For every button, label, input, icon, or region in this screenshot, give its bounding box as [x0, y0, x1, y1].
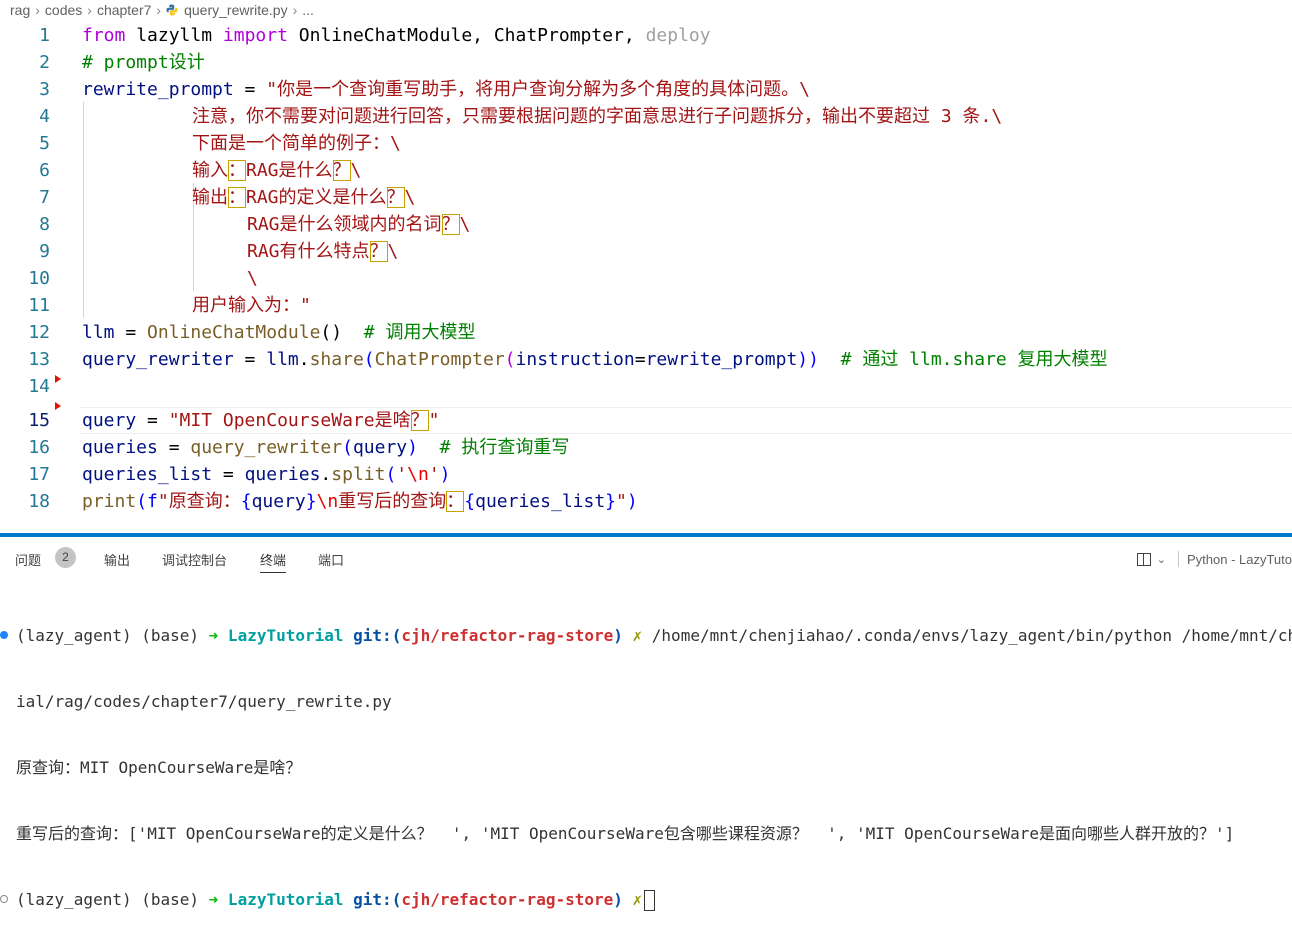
- problems-count-badge: 2: [55, 547, 76, 568]
- line-number: 17: [28, 464, 50, 485]
- line-number: 4: [39, 106, 50, 127]
- terminal-line: ial/rag/codes/chapter7/query_rewrite.py: [16, 692, 392, 711]
- code-string: 用户输入为：": [192, 295, 311, 316]
- panel-sash[interactable]: [0, 533, 1292, 537]
- line-number: 13: [28, 349, 50, 370]
- terminal-output[interactable]: (lazy_agent) (base) ➜ LazyTutorial git:(…: [0, 581, 1292, 933]
- code-line-16[interactable]: 16 queries = query_rewriter(query) # 执行查…: [0, 434, 1292, 461]
- split-terminal-icon[interactable]: [1136, 552, 1151, 566]
- line-number: 6: [39, 160, 50, 181]
- code-line-4[interactable]: 4 注意，你不需要对问题进行回答，只需要根据问题的字面意思进行子问题拆分，输出不…: [0, 103, 1292, 130]
- line-number: 2: [39, 52, 50, 73]
- breadcrumb: rag › codes › chapter7 › query_rewrite.p…: [0, 0, 1292, 20]
- breadcrumb-item-chapter7[interactable]: chapter7: [97, 2, 151, 18]
- terminal-icon: [1177, 551, 1179, 567]
- code-line-12[interactable]: 12 llm = OnlineChatModule() # 调用大模型: [0, 319, 1292, 346]
- terminal-cursor: [644, 890, 656, 911]
- command-status-icon[interactable]: [0, 631, 8, 639]
- python-file-icon: [166, 4, 178, 16]
- code-string: RAG是什么领域内的名词？\: [247, 214, 471, 235]
- code-string: \: [247, 268, 258, 289]
- code-line-5[interactable]: 5 下面是一个简单的例子：\: [0, 130, 1292, 157]
- code-string: RAG有什么特点？\: [247, 241, 399, 262]
- line-number: 5: [39, 133, 50, 154]
- line-number: 16: [28, 437, 50, 458]
- code-line-17[interactable]: 17 queries_list = queries.split('\n'): [0, 461, 1292, 488]
- code-text: queries = query_rewriter(query) # 执行查询重写: [82, 437, 570, 458]
- code-line-13[interactable]: 13 query_rewriter = llm.share(ChatPrompt…: [0, 346, 1292, 373]
- code-line-10[interactable]: 10 \: [0, 265, 1292, 292]
- code-line-14[interactable]: 14: [0, 373, 1292, 400]
- line-number: 7: [39, 187, 50, 208]
- breadcrumb-item-file[interactable]: query_rewrite.py: [184, 2, 288, 18]
- terminal-line: 重写后的查询：['MIT OpenCourseWare的定义是什么？ ', 'M…: [16, 824, 1235, 843]
- code-line-6[interactable]: 6 输入：RAG是什么？\: [0, 157, 1292, 184]
- code-editor[interactable]: 1 from lazyllm import OnlineChatModule, …: [0, 21, 1292, 533]
- line-number: 8: [39, 214, 50, 235]
- code-string: 下面是一个简单的例子：\: [192, 133, 401, 154]
- terminal-line: (lazy_agent) (base) ➜ LazyTutorial git:(…: [0, 889, 1292, 911]
- line-number: 9: [39, 241, 50, 262]
- chevron-right-icon: ›: [87, 2, 92, 18]
- code-line-2[interactable]: 2 # prompt设计: [0, 49, 1292, 76]
- breadcrumb-item-rag[interactable]: rag: [10, 2, 30, 18]
- tab-debug-console[interactable]: 调试控制台: [162, 550, 227, 569]
- code-text: queries_list = queries.split('\n'): [82, 464, 451, 485]
- code-text: rewrite_prompt = "你是一个查询重写助手，将用户查询分解为多个角…: [82, 79, 810, 100]
- chevron-down-icon[interactable]: ⌄: [1157, 553, 1166, 566]
- terminal-selector[interactable]: ⌄ Python - LazyTuto: [1136, 546, 1292, 572]
- code-text: print(f"原查询：{query}\n重写后的查询：{queries_lis…: [82, 491, 638, 512]
- tab-problems[interactable]: 问题: [15, 550, 41, 569]
- code-string: 注意，你不需要对问题进行回答，只需要根据问题的字面意思进行子问题拆分，输出不要超…: [192, 106, 1003, 127]
- diff-marker-icon[interactable]: [55, 375, 61, 383]
- chevron-right-icon: ›: [292, 2, 298, 18]
- command-status-icon[interactable]: [0, 895, 8, 903]
- breadcrumb-item-codes[interactable]: codes: [45, 2, 82, 18]
- code-comment: # prompt设计: [82, 52, 205, 73]
- line-number: 3: [39, 79, 50, 100]
- chevron-right-icon: ›: [35, 2, 40, 18]
- line-number: 15: [28, 410, 50, 431]
- line-number: 14: [28, 376, 50, 397]
- line-number: 1: [39, 25, 50, 46]
- chevron-right-icon: ›: [156, 2, 162, 18]
- code-line-18[interactable]: 18 print(f"原查询：{query}\n重写后的查询：{queries_…: [0, 488, 1292, 515]
- code-string: 输出：RAG的定义是什么？\: [192, 187, 416, 208]
- tab-output[interactable]: 输出: [104, 550, 130, 569]
- line-number: 10: [28, 268, 50, 289]
- tab-ports[interactable]: 端口: [318, 550, 344, 569]
- code-line-9[interactable]: 9 RAG有什么特点？\: [0, 238, 1292, 265]
- code-line-7[interactable]: 7 输出：RAG的定义是什么？\: [0, 184, 1292, 211]
- terminal-line: (lazy_agent) (base) ➜ LazyTutorial git:(…: [0, 625, 1292, 647]
- code-line-1[interactable]: 1 from lazyllm import OnlineChatModule, …: [0, 22, 1292, 49]
- panel-tab-bar: 问题 2 输出 调试控制台 终端 端口: [0, 546, 1292, 573]
- tab-terminal[interactable]: 终端: [260, 550, 287, 573]
- breadcrumb-item-symbols[interactable]: ...: [302, 2, 314, 18]
- code-string: 输入：RAG是什么？\: [192, 160, 362, 181]
- code-line-8[interactable]: 8 RAG是什么领域内的名词？\: [0, 211, 1292, 238]
- code-line-15[interactable]: 15 query = "MIT OpenCourseWare是啥？": [0, 407, 1292, 434]
- terminal-line: 原查询：MIT OpenCourseWare是啥？: [16, 758, 302, 777]
- code-text: query = "MIT OpenCourseWare是啥？": [82, 410, 440, 431]
- code-line-11[interactable]: 11 用户输入为：": [0, 292, 1292, 319]
- terminal-name[interactable]: Python - LazyTuto: [1187, 552, 1292, 567]
- code-text: query_rewriter = llm.share(ChatPrompter(…: [82, 349, 1108, 370]
- line-number: 12: [28, 322, 50, 343]
- code-text: from lazyllm import OnlineChatModule, Ch…: [82, 25, 711, 46]
- line-number: 11: [28, 295, 50, 316]
- line-number: 18: [28, 491, 50, 512]
- code-text: llm = OnlineChatModule() # 调用大模型: [82, 322, 476, 343]
- code-line-3[interactable]: 3 rewrite_prompt = "你是一个查询重写助手，将用户查询分解为多…: [0, 76, 1292, 103]
